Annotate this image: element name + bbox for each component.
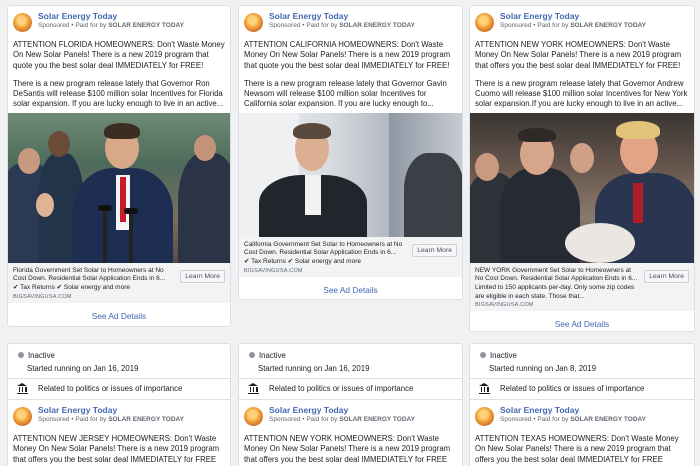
- politics-label: Related to politics or issues of importa…: [38, 384, 183, 393]
- status-text: Inactive: [259, 351, 286, 360]
- ad-card-new-jersey: Inactive Started running on Jan 16, 2019…: [7, 343, 231, 466]
- page-name-link[interactable]: Solar Energy Today: [269, 405, 456, 415]
- solar-logo-icon[interactable]: [244, 13, 263, 32]
- sponsored-line: Sponsored • Paid for by SOLAR ENERGY TOD…: [38, 21, 224, 30]
- sponsored-line: Sponsored • Paid for by SOLAR ENERGY TOD…: [500, 415, 688, 424]
- politics-category: Related to politics or issues of importa…: [239, 379, 462, 399]
- link-tags: ✔ Tax Returns ✔ Solar energy and more: [13, 283, 130, 291]
- solar-logo-icon[interactable]: [475, 407, 494, 426]
- started-running-date: Started running on Jan 16, 2019: [258, 364, 370, 373]
- status-text: Inactive: [490, 351, 517, 360]
- page-name-link[interactable]: Solar Energy Today: [38, 11, 224, 21]
- ad-detail-text: There is a new program release lately th…: [475, 78, 688, 109]
- paid-for-by: SOLAR ENERGY TODAY: [108, 22, 184, 29]
- see-ad-details-link[interactable]: See Ad Details: [239, 277, 462, 295]
- ad-card-california: Solar Energy Today Sponsored • Paid for …: [238, 5, 463, 300]
- bank-building-icon: [17, 383, 28, 394]
- politics-category: Related to politics or issues of importa…: [470, 379, 694, 399]
- paid-for-by: SOLAR ENERGY TODAY: [339, 416, 415, 423]
- page-name-link[interactable]: Solar Energy Today: [38, 405, 224, 415]
- ad-card-texas: Inactive Started running on Jan 8, 2019 …: [469, 343, 695, 466]
- ad-body: ATTENTION TEXAS HOMEOWNERS: Don't Waste …: [470, 434, 694, 465]
- paid-for-by: SOLAR ENERGY TODAY: [570, 22, 646, 29]
- status-text: Inactive: [28, 351, 55, 360]
- ad-status: Inactive: [8, 344, 230, 364]
- solar-logo-icon[interactable]: [13, 407, 32, 426]
- ad-detail-text: There is a new program release lately th…: [13, 78, 224, 109]
- ad-intro-text: ATTENTION TEXAS HOMEOWNERS: Don't Waste …: [475, 434, 679, 464]
- politics-label: Related to politics or issues of importa…: [500, 384, 645, 393]
- status-dot-icon: [480, 352, 486, 358]
- link-preview[interactable]: California Government Set Solar to Homeo…: [239, 236, 462, 277]
- link-preview[interactable]: Florida Government Set Solar to Homeowne…: [8, 262, 230, 303]
- link-tags: ✔ Tax Returns ✔ Solar energy and more: [244, 257, 361, 265]
- ad-image[interactable]: [470, 112, 694, 263]
- paid-for-by: SOLAR ENERGY TODAY: [108, 416, 184, 423]
- ad-image[interactable]: [239, 112, 462, 237]
- bank-building-icon: [248, 383, 259, 394]
- sponsored-line: Sponsored • Paid for by SOLAR ENERGY TOD…: [269, 415, 456, 424]
- ad-body: ATTENTION NEW JERSEY HOMEOWNERS: Don't W…: [8, 434, 230, 465]
- ad-header: Solar Energy Today Sponsored • Paid for …: [239, 6, 462, 40]
- ad-header: Solar Energy Today Sponsored • Paid for …: [239, 400, 462, 434]
- learn-more-button[interactable]: Learn More: [644, 269, 689, 283]
- link-url: BIGSAVINGUSA.COM: [244, 267, 303, 274]
- link-url: BIGSAVINGUSA.COM: [13, 293, 72, 300]
- link-url: BIGSAVINGUSA.COM: [475, 302, 534, 309]
- ad-body: ATTENTION NEW YORK HOMEOWNERS: Don't Was…: [239, 434, 462, 465]
- ad-body: ATTENTION NEW YORK HOMEOWNERS: Don't Was…: [470, 40, 694, 110]
- solar-logo-icon[interactable]: [244, 407, 263, 426]
- learn-more-button[interactable]: Learn More: [180, 269, 225, 283]
- ad-status: Inactive: [239, 344, 462, 364]
- ad-header: Solar Energy Today Sponsored • Paid for …: [8, 400, 230, 434]
- ad-header: Solar Energy Today Sponsored • Paid for …: [8, 6, 230, 40]
- solar-logo-icon[interactable]: [475, 13, 494, 32]
- ad-image[interactable]: [8, 112, 230, 263]
- page-name-link[interactable]: Solar Energy Today: [500, 11, 688, 21]
- ad-detail-text: There is a new program release lately th…: [244, 78, 447, 109]
- sponsored-text: Sponsored • Paid for by: [38, 22, 109, 29]
- ad-intro-text: ATTENTION FLORIDA HOMEOWNERS: Don't Wast…: [13, 40, 225, 70]
- sponsored-text: Sponsored • Paid for by: [500, 416, 571, 423]
- bank-building-icon: [479, 383, 490, 394]
- ad-intro-text: ATTENTION CALIFORNIA HOMEOWNERS: Don't W…: [244, 40, 451, 70]
- learn-more-button[interactable]: Learn More: [412, 243, 457, 257]
- sponsored-text: Sponsored • Paid for by: [269, 416, 340, 423]
- sponsored-line: Sponsored • Paid for by SOLAR ENERGY TOD…: [500, 21, 688, 30]
- politics-label: Related to politics or issues of importa…: [269, 384, 414, 393]
- politics-category: Related to politics or issues of importa…: [8, 379, 230, 399]
- ad-status: Inactive: [470, 344, 694, 364]
- status-dot-icon: [249, 352, 255, 358]
- ad-card-florida: Solar Energy Today Sponsored • Paid for …: [7, 5, 231, 327]
- sponsored-line: Sponsored • Paid for by SOLAR ENERGY TOD…: [269, 21, 456, 30]
- page-name-link[interactable]: Solar Energy Today: [269, 11, 456, 21]
- sponsored-text: Sponsored • Paid for by: [500, 22, 571, 29]
- started-running-date: Started running on Jan 8, 2019: [489, 364, 597, 373]
- see-ad-details-link[interactable]: See Ad Details: [470, 311, 694, 329]
- ad-card-new-york-2: Inactive Started running on Jan 16, 2019…: [238, 343, 463, 466]
- ad-card-new-york: Solar Energy Today Sponsored • Paid for …: [469, 5, 695, 332]
- page-name-link[interactable]: Solar Energy Today: [500, 405, 688, 415]
- status-dot-icon: [18, 352, 24, 358]
- started-running-date: Started running on Jan 16, 2019: [27, 364, 139, 373]
- link-preview[interactable]: NEW YORK Government Set Solar to Homeown…: [470, 262, 694, 312]
- see-ad-details-link[interactable]: See Ad Details: [8, 303, 230, 321]
- ad-header: Solar Energy Today Sponsored • Paid for …: [470, 6, 694, 40]
- sponsored-text: Sponsored • Paid for by: [269, 22, 340, 29]
- paid-for-by: SOLAR ENERGY TODAY: [339, 22, 415, 29]
- ad-intro-text: ATTENTION NEW YORK HOMEOWNERS: Don't Was…: [475, 40, 682, 70]
- ad-header: Solar Energy Today Sponsored • Paid for …: [470, 400, 694, 434]
- paid-for-by: SOLAR ENERGY TODAY: [570, 416, 646, 423]
- ad-body: ATTENTION FLORIDA HOMEOWNERS: Don't Wast…: [8, 40, 230, 110]
- ad-library-grid: Solar Energy Today Sponsored • Paid for …: [0, 0, 700, 466]
- ad-intro-text: ATTENTION NEW YORK HOMEOWNERS: Don't Was…: [244, 434, 451, 464]
- ad-body: ATTENTION CALIFORNIA HOMEOWNERS: Don't W…: [239, 40, 462, 110]
- ad-intro-text: ATTENTION NEW JERSEY HOMEOWNERS: Don't W…: [13, 434, 220, 464]
- sponsored-line: Sponsored • Paid for by SOLAR ENERGY TOD…: [38, 415, 224, 424]
- solar-logo-icon[interactable]: [13, 13, 32, 32]
- sponsored-text: Sponsored • Paid for by: [38, 416, 109, 423]
